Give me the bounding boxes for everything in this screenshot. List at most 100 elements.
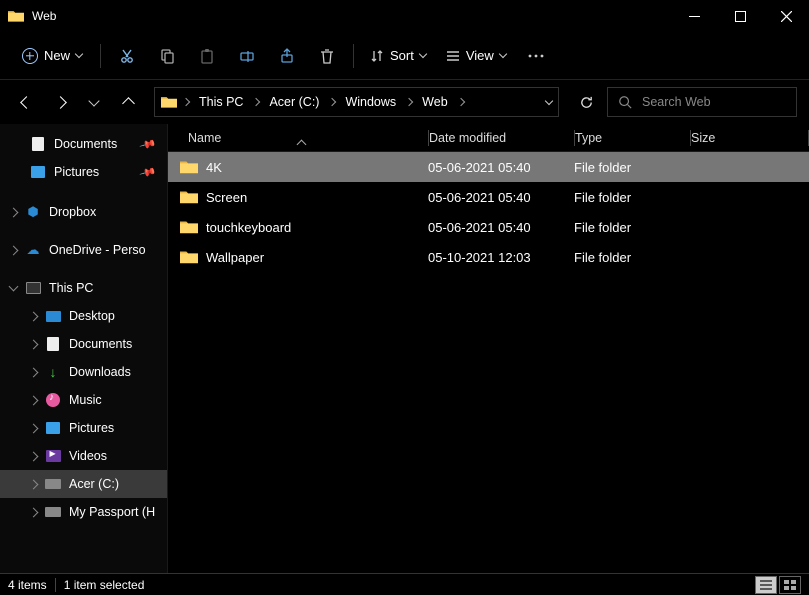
close-button[interactable]: [763, 0, 809, 32]
file-row[interactable]: 4K 05-06-2021 05:40File folder: [168, 152, 809, 182]
breadcrumb-item[interactable]: Acer (C:): [265, 95, 323, 109]
file-date: 05-06-2021 05:40: [428, 190, 574, 205]
address-row: This PC Acer (C:) Windows Web Search Web: [0, 80, 809, 124]
column-type[interactable]: Type: [575, 131, 690, 145]
search-placeholder: Search Web: [642, 95, 711, 109]
toolbar: New Sort View: [0, 32, 809, 80]
chevron-right-icon: [328, 98, 336, 106]
forward-button[interactable]: [46, 88, 74, 116]
pin-icon: 📌: [139, 163, 157, 181]
quick-access-documents[interactable]: Documents 📌: [0, 130, 167, 158]
nav-videos[interactable]: Videos: [0, 442, 167, 470]
file-name: 4K: [206, 160, 222, 175]
chevron-right-icon: [29, 451, 39, 461]
quick-access-pictures[interactable]: Pictures 📌: [0, 158, 167, 186]
back-button[interactable]: [12, 88, 40, 116]
breadcrumb-item[interactable]: This PC: [195, 95, 247, 109]
file-date: 05-06-2021 05:40: [428, 220, 574, 235]
rename-icon: [239, 48, 255, 64]
chevron-right-icon: [9, 207, 19, 217]
chevron-down-icon: [9, 282, 19, 292]
file-type: File folder: [574, 250, 690, 265]
document-icon: [45, 336, 61, 352]
delete-button[interactable]: [309, 40, 345, 72]
ellipsis-icon: [528, 54, 544, 58]
nav-downloads[interactable]: ↓ Downloads: [0, 358, 167, 386]
chevron-right-icon: [29, 507, 39, 517]
chevron-down-icon[interactable]: [545, 96, 553, 104]
new-button[interactable]: New: [12, 40, 92, 72]
nav-dropbox[interactable]: ⬢ Dropbox: [0, 198, 167, 226]
nav-onedrive[interactable]: ☁ OneDrive - Perso: [0, 236, 167, 264]
sort-asc-icon: [297, 139, 307, 149]
document-icon: [30, 136, 46, 152]
grid-view-button[interactable]: [779, 576, 801, 594]
search-icon: [618, 95, 632, 109]
breadcrumb-item[interactable]: Windows: [341, 95, 400, 109]
file-row[interactable]: Screen05-06-2021 05:40File folder: [168, 182, 809, 212]
chevron-down-icon: [419, 50, 427, 58]
file-list: Name Date modified Type Size 4K 05-06-202…: [168, 124, 809, 573]
column-name[interactable]: Name: [168, 131, 428, 145]
nav-desktop[interactable]: Desktop: [0, 302, 167, 330]
file-row[interactable]: touchkeyboard05-06-2021 05:40File folder: [168, 212, 809, 242]
recent-button[interactable]: [80, 88, 108, 116]
arrow-left-icon: [20, 96, 33, 109]
file-type: File folder: [574, 220, 690, 235]
view-button[interactable]: View: [438, 40, 514, 72]
pc-icon: [25, 280, 41, 296]
arrow-up-icon: [122, 97, 135, 110]
nav-documents[interactable]: Documents: [0, 330, 167, 358]
nav-music[interactable]: Music: [0, 386, 167, 414]
status-bar: 4 items 1 item selected: [0, 573, 809, 595]
breadcrumb-item[interactable]: Web: [418, 95, 451, 109]
chevron-right-icon: [9, 245, 19, 255]
copy-icon: [159, 48, 175, 64]
plus-icon: [22, 48, 38, 64]
arrow-right-icon: [54, 96, 67, 109]
scissors-icon: [119, 48, 135, 64]
chevron-right-icon: [405, 98, 413, 106]
nav-acer-drive[interactable]: Acer (C:): [0, 470, 167, 498]
chevron-right-icon: [29, 311, 39, 321]
breadcrumb[interactable]: This PC Acer (C:) Windows Web: [154, 87, 559, 117]
view-icon: [446, 49, 460, 63]
details-view-button[interactable]: [755, 576, 777, 594]
file-date: 05-06-2021 05:40: [428, 160, 574, 175]
window-title: Web: [32, 9, 56, 23]
trash-icon: [319, 48, 335, 64]
nav-passport-drive[interactable]: My Passport (H: [0, 498, 167, 526]
folder-icon: [180, 189, 198, 205]
folder-icon: [180, 159, 198, 175]
file-row[interactable]: Wallpaper05-10-2021 12:03File folder: [168, 242, 809, 272]
up-button[interactable]: [114, 88, 142, 116]
separator: [55, 578, 56, 592]
file-type: File folder: [574, 160, 690, 175]
cut-button[interactable]: [109, 40, 145, 72]
refresh-button[interactable]: [571, 87, 601, 117]
pin-icon: 📌: [139, 135, 157, 153]
chevron-down-icon: [88, 95, 99, 106]
column-headers: Name Date modified Type Size: [168, 124, 809, 152]
file-name: Wallpaper: [206, 250, 264, 265]
search-input[interactable]: Search Web: [607, 87, 797, 117]
share-button[interactable]: [269, 40, 305, 72]
sort-icon: [370, 49, 384, 63]
minimize-button[interactable]: [671, 0, 717, 32]
more-button[interactable]: [518, 40, 554, 72]
chevron-right-icon: [182, 98, 190, 106]
selection-count: 1 item selected: [64, 578, 145, 592]
nav-this-pc[interactable]: This PC: [0, 274, 167, 302]
paste-button[interactable]: [189, 40, 225, 72]
rename-button[interactable]: [229, 40, 265, 72]
file-type: File folder: [574, 190, 690, 205]
column-date[interactable]: Date modified: [429, 131, 574, 145]
share-icon: [279, 48, 295, 64]
column-size[interactable]: Size: [691, 131, 808, 145]
chevron-right-icon: [29, 395, 39, 405]
sort-button[interactable]: Sort: [362, 40, 434, 72]
nav-pictures[interactable]: Pictures: [0, 414, 167, 442]
sort-label: Sort: [390, 48, 414, 63]
copy-button[interactable]: [149, 40, 185, 72]
maximize-button[interactable]: [717, 0, 763, 32]
